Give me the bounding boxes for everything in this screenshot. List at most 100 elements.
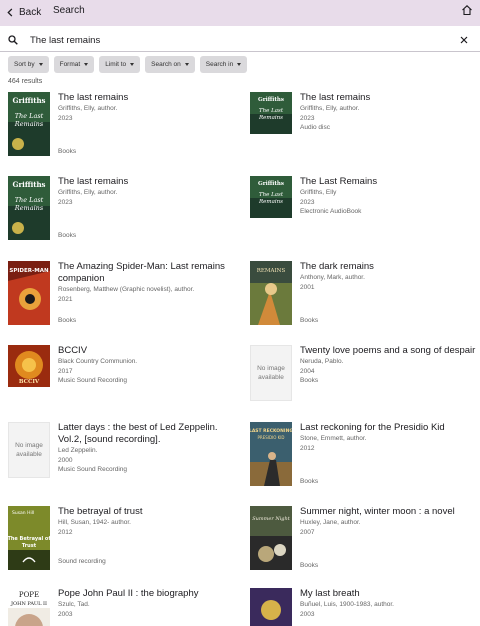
result-author: Griffiths, Elly, author. — [58, 189, 118, 196]
result-format: Books — [58, 317, 77, 324]
svg-text:BCCIV: BCCIV — [19, 379, 40, 385]
svg-text:Susan Hill: Susan Hill — [12, 510, 34, 516]
book-cover: POPE JOHN PAUL II — [8, 588, 50, 626]
result-format: Books — [300, 562, 319, 569]
svg-text:Remains: Remains — [258, 199, 283, 205]
svg-text:The Last: The Last — [259, 108, 284, 114]
result-author: Buñuel, Luis, 1900-1983, author. — [300, 601, 394, 608]
result-author: Anthony, Mark, author. — [300, 274, 365, 281]
result-title: The last remains — [300, 92, 371, 103]
result-year: 2012 — [58, 528, 73, 536]
result-author: Griffiths, Elly — [300, 189, 337, 196]
result-title: The Last Remains — [300, 176, 378, 187]
svg-text:POPE: POPE — [19, 591, 39, 599]
result-format: Books — [300, 377, 319, 384]
result-item[interactable]: LAST RECKONING PRESIDIO KID Last reckoni… — [250, 422, 480, 492]
result-year: 2004 — [300, 367, 315, 375]
svg-text:Griffiths: Griffiths — [258, 181, 284, 187]
book-cover: SPIDER-MAN — [8, 261, 50, 325]
result-year: 2012 — [300, 444, 315, 452]
result-author: Rosenberg, Matthew (Graphic novelist), a… — [58, 286, 195, 293]
result-item[interactable]: Last Breath My last breath Buñuel, Luis, … — [250, 588, 480, 626]
result-item[interactable]: SPIDER-MAN The Amazing Spider-Man: Last … — [8, 261, 238, 331]
result-title: Pope John Paul II : the biography — [58, 588, 199, 599]
svg-text:Remains: Remains — [258, 115, 283, 121]
result-title: Twenty love poems and a song of despair — [300, 345, 476, 356]
result-item[interactable]: Griffiths The Last Remains The last rema… — [8, 176, 238, 246]
result-year: 2001 — [300, 283, 315, 291]
result-author: Griffiths, Elly, author. — [300, 105, 360, 112]
album-cover: BCCIV — [8, 345, 50, 387]
result-author: Griffiths, Elly, author. — [58, 105, 118, 112]
svg-text:The Last: The Last — [259, 192, 284, 198]
result-title: The betrayal of trust — [58, 506, 143, 517]
book-cover: Summer Night — [250, 506, 292, 570]
result-item[interactable]: Griffiths The Last Remains The Last Rema… — [250, 176, 480, 246]
result-year: 2007 — [300, 528, 315, 536]
result-year: 2017 — [58, 367, 73, 375]
audio-cover: Griffiths The Last Remains — [250, 92, 292, 134]
result-item[interactable]: REMAINS The dark remains Anthony, Mark, a… — [250, 261, 480, 331]
result-year: 2003 — [300, 610, 315, 618]
svg-text:Remains: Remains — [14, 204, 44, 212]
result-format: Electronic AudioBook — [300, 208, 362, 215]
result-item[interactable]: No image available Latter days : the bes… — [8, 422, 238, 492]
svg-text:The Last: The Last — [15, 112, 44, 120]
result-item[interactable]: No image available Twenty love poems and… — [250, 345, 480, 415]
result-year: 2023 — [58, 114, 73, 122]
result-year: 2003 — [58, 610, 73, 618]
result-title: The last remains — [58, 92, 129, 103]
results-list: Griffiths The Last Remains The last rema… — [0, 0, 480, 626]
svg-text:Summer Night: Summer Night — [252, 516, 290, 522]
svg-text:REMAINS: REMAINS — [257, 268, 286, 274]
svg-text:LAST RECKONING: LAST RECKONING — [250, 428, 292, 434]
result-author: Stone, Emmett, author. — [300, 435, 367, 442]
result-year: 2023 — [58, 198, 73, 206]
result-item[interactable]: Griffiths The Last Remains The last rema… — [8, 92, 238, 162]
result-author: Hill, Susan, 1942- author. — [58, 519, 131, 526]
result-title: The Amazing Spider-Man: Last remains com… — [58, 261, 225, 284]
no-image-placeholder: No image available — [250, 345, 292, 401]
result-item[interactable]: POPE JOHN PAUL II Pope John Paul II : th… — [8, 588, 238, 626]
result-title: BCCIV — [58, 345, 88, 356]
svg-text:Trust: Trust — [22, 543, 37, 549]
svg-text:PRESIDIO KID: PRESIDIO KID — [258, 435, 285, 440]
result-item[interactable]: Susan Hill The Betrayal of Trust The bet… — [8, 506, 238, 576]
result-author: Black Country Communion. — [58, 358, 138, 365]
result-author: Huxley, Jane, author. — [300, 519, 361, 526]
book-cover: LAST RECKONING PRESIDIO KID — [250, 422, 292, 486]
result-year: 2023 — [300, 114, 315, 122]
svg-text:SPIDER-MAN: SPIDER-MAN — [9, 268, 49, 274]
book-cover: Last Breath — [250, 588, 292, 626]
book-cover: Griffiths The Last Remains — [8, 176, 50, 240]
result-item[interactable]: Summer Night Summer night, winter moon :… — [250, 506, 480, 576]
audio-cover: Griffiths The Last Remains — [250, 176, 292, 218]
result-author: Szulc, Tad. — [58, 601, 90, 608]
result-title: Summer night, winter moon : a novel — [300, 506, 455, 517]
result-year: 2023 — [300, 198, 315, 206]
no-image-placeholder: No image available — [8, 422, 50, 478]
svg-text:The Last: The Last — [15, 196, 44, 204]
svg-text:Griffiths: Griffiths — [13, 96, 46, 105]
result-format: Books — [300, 317, 319, 324]
result-author: Neruda, Pablo. — [300, 358, 344, 365]
result-title: The dark remains — [300, 261, 374, 272]
result-title: The last remains — [58, 176, 129, 187]
result-format: Books — [58, 232, 77, 239]
result-format: Books — [58, 148, 77, 155]
book-cover: Griffiths The Last Remains — [8, 92, 50, 156]
result-year: 2000 — [58, 456, 73, 464]
book-cover: REMAINS — [250, 261, 292, 325]
svg-text:Griffiths: Griffiths — [258, 97, 284, 103]
result-item[interactable]: BCCIV BCCIV Black Country Communion. 2017 M… — [8, 345, 238, 415]
result-item[interactable]: Griffiths The Last Remains The last rema… — [250, 92, 480, 162]
result-format: Music Sound Recording — [58, 466, 128, 473]
result-author: Led Zeppelin. — [58, 447, 98, 454]
svg-text:Remains: Remains — [14, 120, 44, 128]
result-format: Audio disc — [300, 124, 330, 131]
audiobook-cover: Susan Hill The Betrayal of Trust — [8, 506, 50, 570]
result-format: Music Sound Recording — [58, 377, 128, 384]
result-title: Last reckoning for the Presidio Kid — [300, 422, 445, 433]
result-format: Books — [300, 478, 319, 485]
svg-text:The Betrayal of: The Betrayal of — [8, 536, 50, 542]
